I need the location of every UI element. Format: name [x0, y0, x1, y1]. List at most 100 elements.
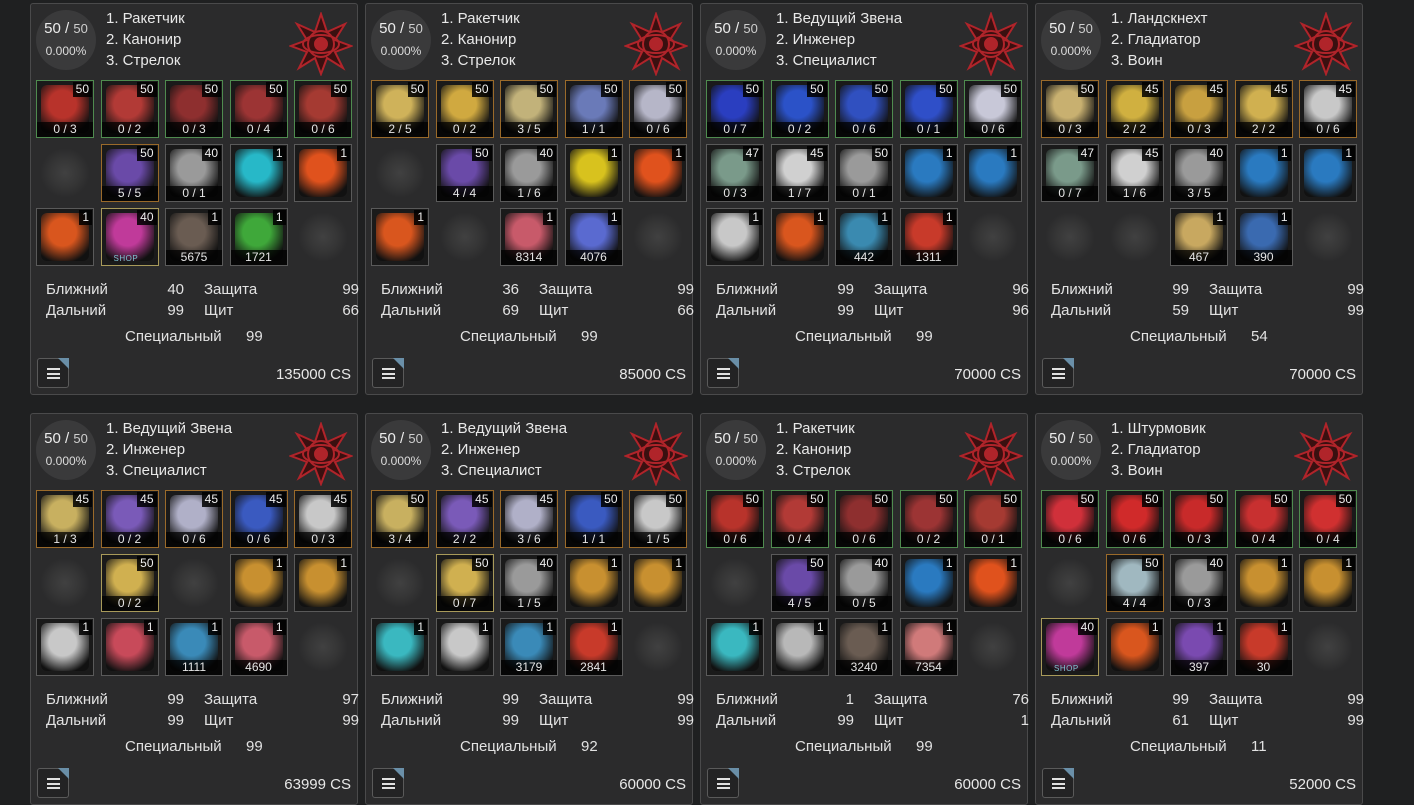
equipment-slot[interactable]: [371, 144, 429, 202]
equipment-slot[interactable]: [1041, 554, 1099, 612]
equipment-slot[interactable]: 1 1721: [229, 208, 288, 266]
equipment-slot[interactable]: 1: [1299, 144, 1357, 202]
equipment-slot[interactable]: 50 3 / 5: [500, 80, 558, 138]
equipment-slot[interactable]: 50 1 / 1: [564, 80, 623, 138]
equipment-slot[interactable]: 45 0 / 2: [100, 490, 159, 548]
equipment-slot[interactable]: [371, 554, 429, 612]
equipment-slot[interactable]: [1299, 618, 1357, 676]
equipment-slot[interactable]: [1299, 208, 1357, 266]
equipment-slot[interactable]: 40 SHOP: [100, 208, 159, 266]
equipment-slot[interactable]: [1041, 208, 1099, 266]
equipment-slot[interactable]: 1: [770, 208, 829, 266]
equipment-slot[interactable]: 1: [629, 144, 687, 202]
equipment-slot[interactable]: 45 1 / 6: [1105, 144, 1164, 202]
equipment-slot[interactable]: 1: [706, 618, 764, 676]
equipment-slot[interactable]: 1 397: [1170, 618, 1228, 676]
equipment-slot[interactable]: 45 0 / 6: [1299, 80, 1357, 138]
equipment-slot[interactable]: 50 1 / 5: [629, 490, 687, 548]
equipment-slot[interactable]: 1 467: [1170, 208, 1228, 266]
equipment-slot[interactable]: 1: [36, 208, 94, 266]
equipment-slot[interactable]: 50 0 / 2: [100, 554, 159, 612]
equipment-slot[interactable]: [706, 554, 764, 612]
equipment-slot[interactable]: 40 1 / 5: [500, 554, 558, 612]
equipment-slot[interactable]: 1: [1234, 144, 1293, 202]
equipment-slot[interactable]: 1 3240: [835, 618, 893, 676]
equipment-slot[interactable]: 50 0 / 4: [229, 80, 288, 138]
equipment-slot[interactable]: 1: [1105, 618, 1164, 676]
equipment-slot[interactable]: 45 1 / 3: [36, 490, 94, 548]
equipment-slot[interactable]: 45 2 / 2: [1234, 80, 1293, 138]
equipment-slot[interactable]: 1: [770, 618, 829, 676]
equipment-slot[interactable]: 50 0 / 2: [435, 80, 494, 138]
equipment-slot[interactable]: 50 0 / 6: [835, 490, 893, 548]
equipment-slot[interactable]: 47 0 / 3: [706, 144, 764, 202]
equipment-slot[interactable]: 40 0 / 3: [1170, 554, 1228, 612]
equipment-slot[interactable]: 40 SHOP: [1041, 618, 1099, 676]
equipment-slot[interactable]: 50 0 / 4: [770, 490, 829, 548]
menu-button[interactable]: [1042, 358, 1074, 388]
equipment-slot[interactable]: 1: [1299, 554, 1357, 612]
equipment-slot[interactable]: 47 0 / 7: [1041, 144, 1099, 202]
equipment-slot[interactable]: 50 0 / 6: [964, 80, 1022, 138]
equipment-slot[interactable]: 50 4 / 5: [770, 554, 829, 612]
equipment-slot[interactable]: 50 0 / 6: [1105, 490, 1164, 548]
equipment-slot[interactable]: 50 0 / 3: [36, 80, 94, 138]
equipment-slot[interactable]: 50 0 / 3: [1170, 490, 1228, 548]
equipment-slot[interactable]: 45 2 / 2: [435, 490, 494, 548]
equipment-slot[interactable]: [294, 208, 352, 266]
equipment-slot[interactable]: 1 2841: [564, 618, 623, 676]
equipment-slot[interactable]: 1: [371, 208, 429, 266]
equipment-slot[interactable]: 45 0 / 6: [165, 490, 223, 548]
equipment-slot[interactable]: 1: [564, 554, 623, 612]
equipment-slot[interactable]: 50 0 / 7: [435, 554, 494, 612]
equipment-slot[interactable]: [436, 208, 494, 266]
equipment-slot[interactable]: [294, 618, 352, 676]
equipment-slot[interactable]: 1: [100, 618, 159, 676]
equipment-slot[interactable]: 1: [229, 144, 288, 202]
equipment-slot[interactable]: 50 4 / 4: [435, 144, 494, 202]
equipment-slot[interactable]: 1: [371, 618, 429, 676]
equipment-slot[interactable]: 45 0 / 3: [1170, 80, 1228, 138]
equipment-slot[interactable]: [36, 554, 94, 612]
equipment-slot[interactable]: 40 0 / 5: [835, 554, 893, 612]
equipment-slot[interactable]: 50 4 / 4: [1105, 554, 1164, 612]
equipment-slot[interactable]: 50 0 / 1: [964, 490, 1022, 548]
equipment-slot[interactable]: 50 0 / 6: [294, 80, 352, 138]
equipment-slot[interactable]: 45 1 / 7: [770, 144, 829, 202]
equipment-slot[interactable]: 1: [294, 144, 352, 202]
equipment-slot[interactable]: [964, 618, 1022, 676]
equipment-slot[interactable]: 50 0 / 6: [629, 80, 687, 138]
equipment-slot[interactable]: 50 5 / 5: [100, 144, 159, 202]
equipment-slot[interactable]: 1: [899, 144, 958, 202]
equipment-slot[interactable]: 45 0 / 3: [294, 490, 352, 548]
equipment-slot[interactable]: 40 0 / 1: [165, 144, 223, 202]
equipment-slot[interactable]: 50 2 / 5: [371, 80, 429, 138]
equipment-slot[interactable]: 50 0 / 2: [100, 80, 159, 138]
equipment-slot[interactable]: 1 3179: [500, 618, 558, 676]
equipment-slot[interactable]: 1: [229, 554, 288, 612]
equipment-slot[interactable]: 50 0 / 3: [165, 80, 223, 138]
equipment-slot[interactable]: 1: [706, 208, 764, 266]
equipment-slot[interactable]: 1 442: [835, 208, 893, 266]
equipment-slot[interactable]: 45 3 / 6: [500, 490, 558, 548]
equipment-slot[interactable]: [629, 618, 687, 676]
equipment-slot[interactable]: 1 8314: [500, 208, 558, 266]
equipment-slot[interactable]: 1 4690: [229, 618, 288, 676]
equipment-slot[interactable]: [629, 208, 687, 266]
equipment-slot[interactable]: 50 0 / 1: [835, 144, 893, 202]
equipment-slot[interactable]: 1: [964, 554, 1022, 612]
equipment-slot[interactable]: 1 1311: [899, 208, 958, 266]
equipment-slot[interactable]: 50 0 / 3: [1041, 80, 1099, 138]
equipment-slot[interactable]: [36, 144, 94, 202]
menu-button[interactable]: [372, 358, 404, 388]
equipment-slot[interactable]: [1106, 208, 1164, 266]
equipment-slot[interactable]: 1 4076: [564, 208, 623, 266]
menu-button[interactable]: [37, 358, 69, 388]
equipment-slot[interactable]: 1 7354: [899, 618, 958, 676]
equipment-slot[interactable]: 1: [899, 554, 958, 612]
equipment-slot[interactable]: 50 1 / 1: [564, 490, 623, 548]
menu-button[interactable]: [707, 358, 739, 388]
equipment-slot[interactable]: 1: [629, 554, 687, 612]
equipment-slot[interactable]: 50 0 / 4: [1299, 490, 1357, 548]
equipment-slot[interactable]: 50 0 / 6: [1041, 490, 1099, 548]
